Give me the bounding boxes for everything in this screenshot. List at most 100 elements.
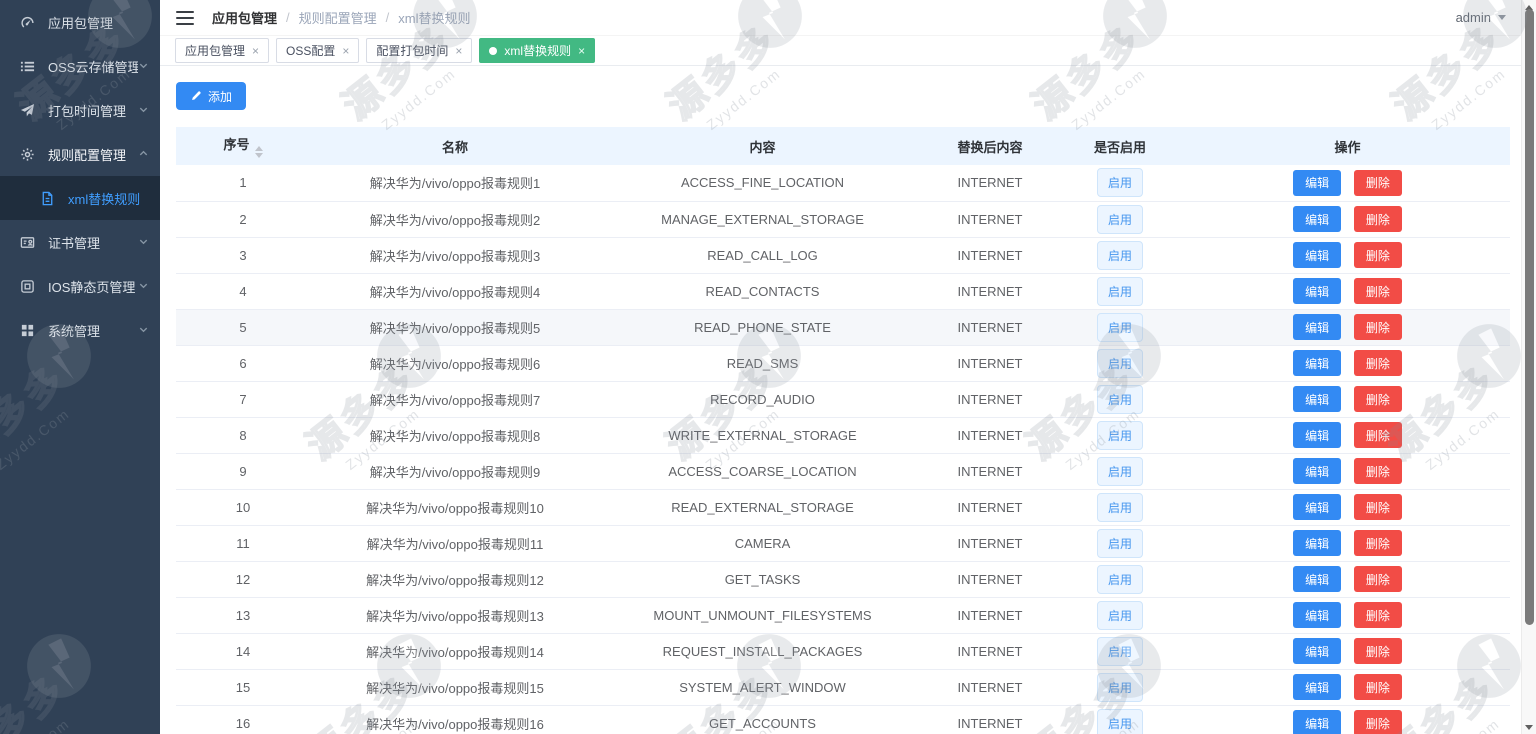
rule-replace-content: INTERNET: [958, 608, 1023, 623]
row-index: 14: [236, 644, 250, 659]
delete-button[interactable]: 删除: [1354, 674, 1402, 700]
delete-button[interactable]: 删除: [1354, 530, 1402, 556]
sort-carets[interactable]: [255, 146, 263, 158]
cell-name: 解决华为/vivo/oppo报毒规则5: [310, 309, 600, 345]
enabled-badge[interactable]: 启用: [1097, 529, 1143, 558]
cell-index: 2: [176, 201, 310, 237]
edit-button[interactable]: 编辑: [1293, 314, 1341, 340]
enabled-badge[interactable]: 启用: [1097, 493, 1143, 522]
enabled-badge[interactable]: 启用: [1097, 709, 1143, 734]
scroll-down-arrow[interactable]: [1522, 721, 1536, 733]
enabled-badge[interactable]: 启用: [1097, 277, 1143, 306]
sidebar-item-app-package[interactable]: 应用包管理: [0, 0, 160, 44]
enabled-badge[interactable]: 启用: [1097, 241, 1143, 270]
tab-pack-time[interactable]: 配置打包时间 ×: [366, 38, 472, 63]
delete-button[interactable]: 删除: [1354, 638, 1402, 664]
enabled-badge[interactable]: 启用: [1097, 168, 1143, 197]
close-icon[interactable]: ×: [342, 45, 349, 57]
user-dropdown[interactable]: admin: [1456, 10, 1506, 25]
close-icon[interactable]: ×: [252, 45, 259, 57]
enabled-badge[interactable]: 启用: [1097, 673, 1143, 702]
delete-button[interactable]: 删除: [1354, 242, 1402, 268]
edit-button[interactable]: 编辑: [1293, 494, 1341, 520]
tab-xml-rules-active[interactable]: xml替换规则 ×: [479, 38, 595, 63]
sidebar-item-certificates[interactable]: 证书管理: [0, 220, 160, 264]
edit-button[interactable]: 编辑: [1293, 530, 1341, 556]
delete-button[interactable]: 删除: [1354, 170, 1402, 196]
delete-button[interactable]: 删除: [1354, 350, 1402, 376]
edit-button[interactable]: 编辑: [1293, 242, 1341, 268]
enabled-badge[interactable]: 启用: [1097, 457, 1143, 486]
rule-replace-content: INTERNET: [958, 572, 1023, 587]
close-icon[interactable]: ×: [455, 45, 462, 57]
edit-button[interactable]: 编辑: [1293, 458, 1341, 484]
row-index: 16: [236, 716, 250, 731]
enabled-badge[interactable]: 启用: [1097, 313, 1143, 342]
cell-enabled: 启用: [1055, 669, 1185, 705]
delete-button[interactable]: 删除: [1354, 278, 1402, 304]
edit-button[interactable]: 编辑: [1293, 638, 1341, 664]
enabled-badge[interactable]: 启用: [1097, 565, 1143, 594]
tab-oss-config[interactable]: OSS配置 ×: [276, 38, 359, 63]
delete-button[interactable]: 删除: [1354, 206, 1402, 232]
delete-button[interactable]: 删除: [1354, 458, 1402, 484]
delete-button[interactable]: 删除: [1354, 494, 1402, 520]
sidebar-item-rule-config[interactable]: 规则配置管理: [0, 132, 160, 176]
cell-content: READ_PHONE_STATE: [600, 309, 925, 345]
rule-content: MANAGE_EXTERNAL_STORAGE: [661, 212, 864, 227]
edit-button[interactable]: 编辑: [1293, 170, 1341, 196]
close-icon[interactable]: ×: [578, 45, 585, 57]
cell-index: 1: [176, 165, 310, 201]
row-index: 5: [239, 320, 246, 335]
rules-table: 序号 名称 内容 替换后内容 是否启用 操作 1 解决华为/vivo/oppo报…: [176, 127, 1510, 734]
scrollbar-thumb[interactable]: [1525, 9, 1534, 625]
enabled-badge[interactable]: 启用: [1097, 349, 1143, 378]
edit-button[interactable]: 编辑: [1293, 710, 1341, 734]
edit-button[interactable]: 编辑: [1293, 278, 1341, 304]
rule-replace-content: INTERNET: [958, 428, 1023, 443]
delete-button[interactable]: 删除: [1354, 602, 1402, 628]
edit-button[interactable]: 编辑: [1293, 602, 1341, 628]
enabled-badge[interactable]: 启用: [1097, 421, 1143, 450]
edit-button[interactable]: 编辑: [1293, 386, 1341, 412]
enabled-badge[interactable]: 启用: [1097, 385, 1143, 414]
cell-content: READ_CALL_LOG: [600, 237, 925, 273]
breadcrumb-item[interactable]: 规则配置管理: [299, 8, 377, 27]
delete-button[interactable]: 删除: [1354, 422, 1402, 448]
edit-button[interactable]: 编辑: [1293, 566, 1341, 592]
hamburger-icon[interactable]: [170, 7, 200, 29]
table-row: 2 解决华为/vivo/oppo报毒规则2 MANAGE_EXTERNAL_ST…: [176, 201, 1510, 237]
edit-button[interactable]: 编辑: [1293, 674, 1341, 700]
enabled-badge[interactable]: 启用: [1097, 637, 1143, 666]
edit-button[interactable]: 编辑: [1293, 350, 1341, 376]
sidebar-item-label: xml替换规则: [68, 189, 150, 208]
delete-button[interactable]: 删除: [1354, 386, 1402, 412]
dashboard-icon: [19, 14, 35, 30]
enabled-badge[interactable]: 启用: [1097, 205, 1143, 234]
cell-name: 解决华为/vivo/oppo报毒规则3: [310, 237, 600, 273]
add-button[interactable]: 添加: [176, 82, 246, 110]
enabled-badge[interactable]: 启用: [1097, 601, 1143, 630]
delete-button[interactable]: 删除: [1354, 566, 1402, 592]
cell-content: REQUEST_INSTALL_PACKAGES: [600, 633, 925, 669]
cell-enabled: 启用: [1055, 237, 1185, 273]
vertical-scrollbar[interactable]: [1521, 0, 1536, 734]
rule-name: 解决华为/vivo/oppo报毒规则5: [370, 321, 541, 336]
table-row: 14 解决华为/vivo/oppo报毒规则14 REQUEST_INSTALL_…: [176, 633, 1510, 669]
column-header-content: 内容: [600, 127, 925, 165]
sidebar-item-xml-rules[interactable]: xml替换规则: [0, 176, 160, 220]
cell-index: 4: [176, 273, 310, 309]
breadcrumb-item[interactable]: 应用包管理: [212, 8, 277, 27]
sidebar-item-oss-storage[interactable]: OSS云存储管理: [0, 44, 160, 88]
table-row: 13 解决华为/vivo/oppo报毒规则13 MOUNT_UNMOUNT_FI…: [176, 597, 1510, 633]
delete-button[interactable]: 删除: [1354, 710, 1402, 734]
sidebar-item-pack-time[interactable]: 打包时间管理: [0, 88, 160, 132]
sidebar-item-system[interactable]: 系统管理: [0, 308, 160, 352]
delete-button[interactable]: 删除: [1354, 314, 1402, 340]
edit-button[interactable]: 编辑: [1293, 206, 1341, 232]
send-icon: [19, 102, 35, 118]
edit-button[interactable]: 编辑: [1293, 422, 1341, 448]
sidebar-item-ios-static-page[interactable]: IOS静态页管理: [0, 264, 160, 308]
tab-app-package[interactable]: 应用包管理 ×: [175, 38, 269, 63]
cell-actions: 编辑 删除: [1185, 489, 1510, 525]
